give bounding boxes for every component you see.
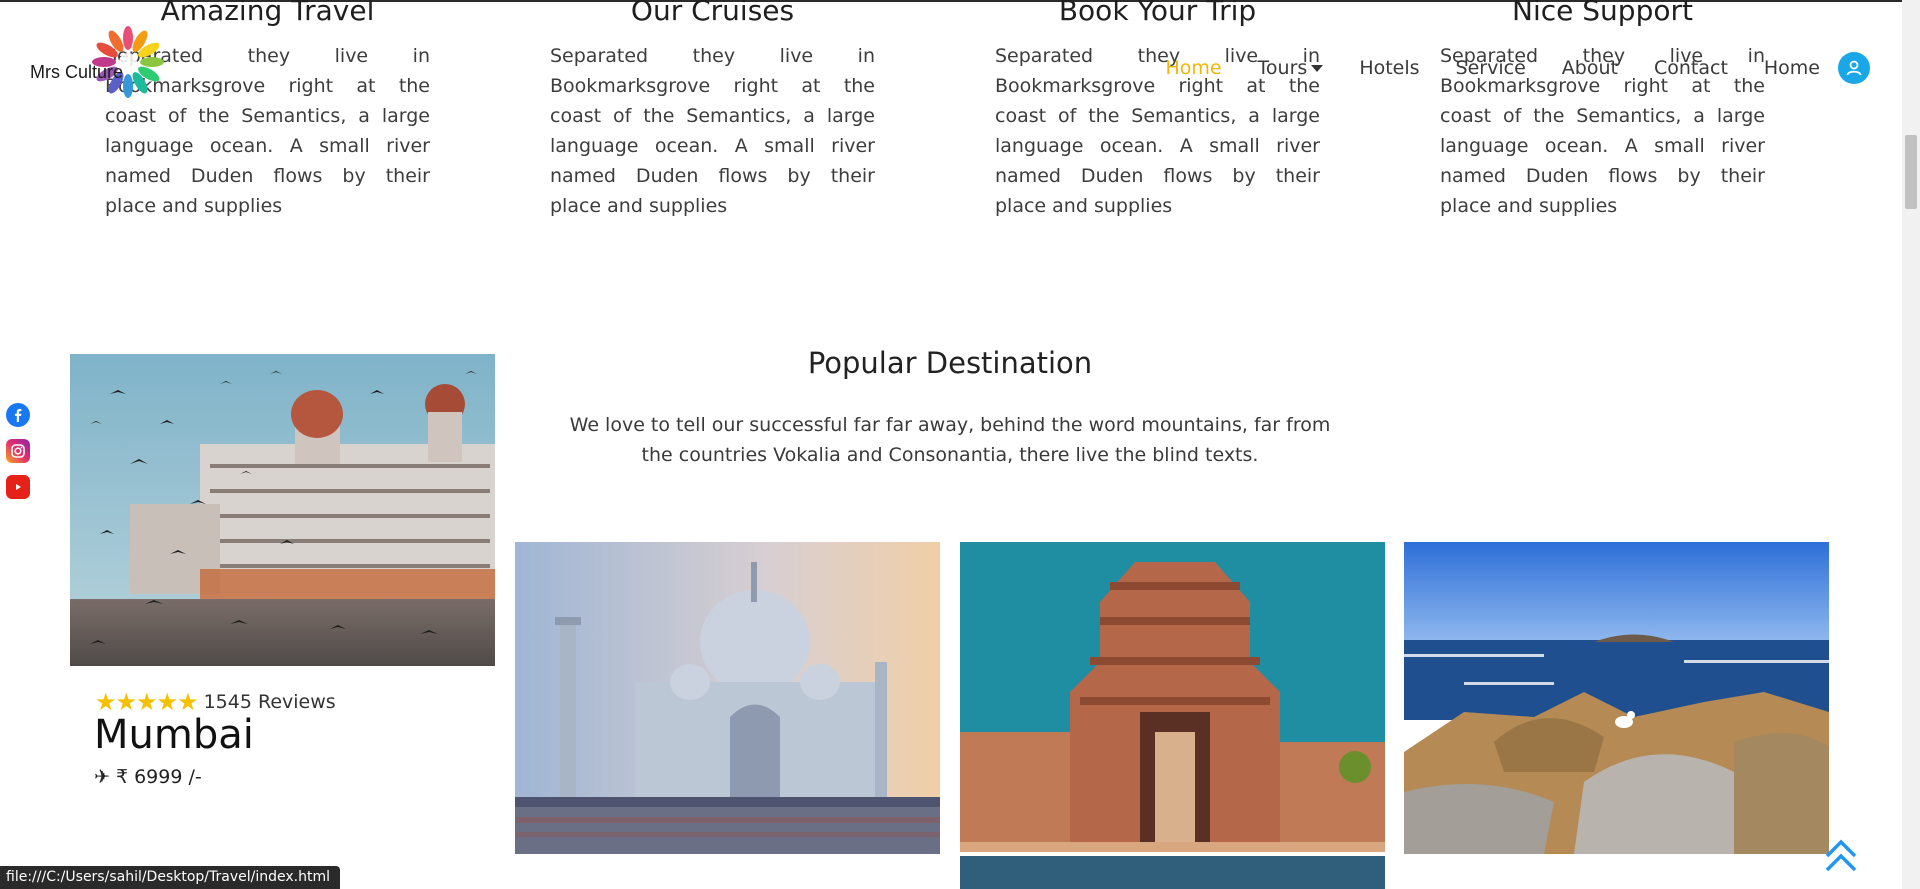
facebook-icon[interactable] (6, 403, 30, 427)
nav-item-service[interactable]: Service (1456, 57, 1526, 79)
user-glyph-icon (1846, 60, 1862, 76)
facebook-glyph-icon (15, 408, 22, 422)
youtube-icon[interactable] (6, 475, 30, 499)
status-bar-url: file:///C:/Users/sahil/Desktop/Travel/in… (0, 866, 340, 889)
double-chevron-up-icon (1825, 839, 1857, 872)
service-card-nice-support: Nice Support Separated they live in Book… (1440, 0, 1765, 221)
instagram-icon[interactable] (6, 439, 30, 463)
mumbai-photo (70, 354, 495, 666)
brand-name: Mrs Culture (30, 62, 124, 82)
services-section: Amazing Travel Separated they live in Bo… (0, 0, 1900, 220)
social-links (6, 403, 30, 511)
page-scrollbar[interactable] (1902, 0, 1920, 889)
destination-image-mumbai[interactable] (70, 354, 495, 666)
service-text: Separated they live in Bookmarksgrove ri… (550, 45, 875, 217)
brand[interactable]: Mrs Culture (30, 22, 170, 102)
service-title: Book Your Trip (1058, 0, 1257, 27)
destination-price: ✈ ₹ 6999 /- (94, 766, 202, 788)
popular-destination-subtitle: We love to tell our successful far far a… (569, 414, 1331, 466)
reviews-count: 1545 Reviews (203, 691, 336, 713)
service-card-book-your-trip: Book Your Trip Separated they live in Bo… (995, 0, 1320, 221)
chevron-down-icon (1311, 65, 1324, 72)
temple-photo (960, 542, 1385, 889)
nav-item-home-secondary[interactable]: Home (1764, 57, 1820, 79)
service-title: Our Cruises (630, 0, 795, 27)
price-value: ₹ 6999 /- (115, 766, 202, 788)
nav-item-tours-label: Tours (1257, 57, 1308, 79)
main-nav: Home Tours Hotels Service About Contact … (1129, 52, 1870, 84)
destination-image-temple[interactable] (960, 542, 1385, 889)
service-title: Nice Support (1512, 0, 1693, 27)
scrollbar-thumb[interactable] (1905, 135, 1917, 209)
nav-item-about[interactable]: About (1562, 57, 1618, 79)
nav-item-hotels[interactable]: Hotels (1359, 57, 1419, 79)
seashore-photo (1404, 542, 1829, 854)
service-card-our-cruises: Our Cruises Separated they live in Bookm… (550, 0, 875, 221)
destination-image-taj-mahal[interactable] (515, 542, 940, 854)
destination-city[interactable]: Mumbai (94, 712, 254, 758)
plane-icon: ✈ (94, 766, 110, 788)
nav-item-contact[interactable]: Contact (1654, 57, 1728, 79)
youtube-glyph-icon (16, 484, 21, 490)
taj-mahal-photo (515, 542, 940, 854)
instagram-glyph-icon (11, 444, 25, 458)
user-icon[interactable] (1838, 52, 1870, 84)
destination-image-seashore[interactable] (1404, 542, 1829, 854)
nav-item-home[interactable]: Home (1165, 57, 1221, 79)
nav-item-tours[interactable]: Tours (1258, 57, 1324, 79)
popular-destination-title: Popular Destination (807, 346, 1093, 380)
scroll-to-top-button[interactable] (1823, 836, 1859, 880)
